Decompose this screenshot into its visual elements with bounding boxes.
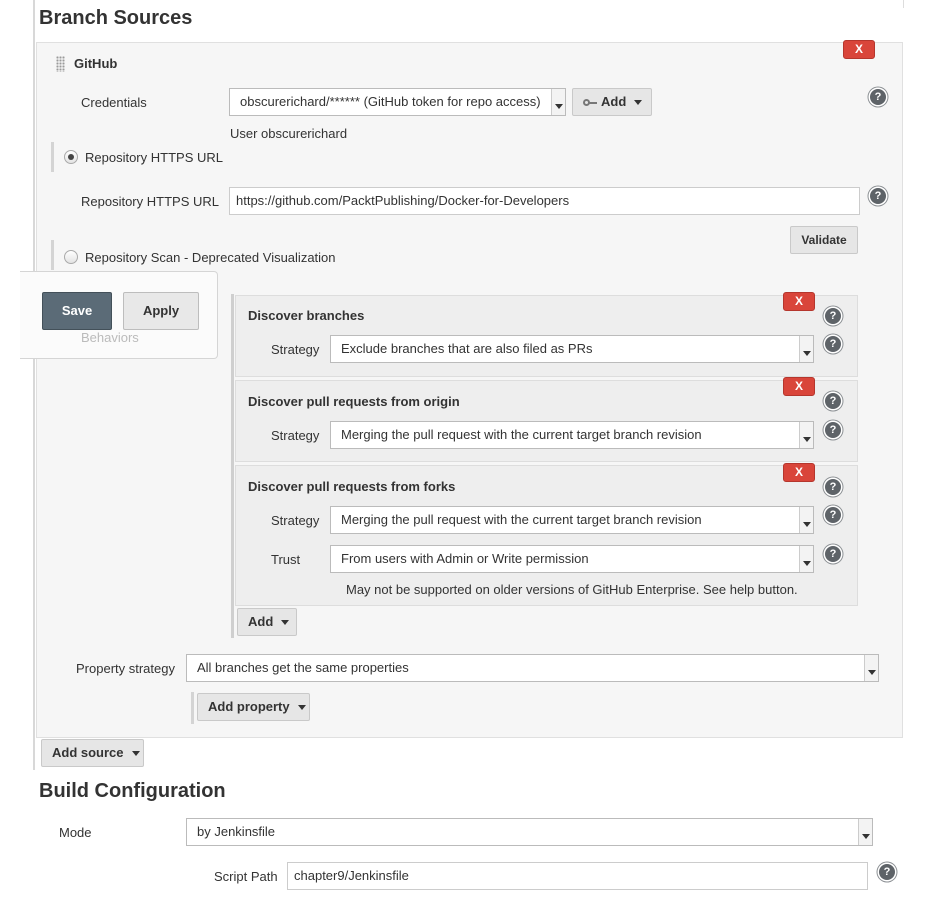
add-credentials-label: Add [601,94,627,109]
strategy-select[interactable]: Merging the pull request with the curren… [330,421,814,449]
validate-button[interactable]: Validate [790,226,858,254]
add-source-label: Add source [52,745,124,760]
trait-title: Discover branches [248,308,365,323]
credentials-help-icon[interactable]: ? [870,89,886,105]
trust-note: May not be supported on older versions o… [346,582,798,597]
chevron-down-icon [864,655,878,681]
trait-help-icon[interactable]: ? [825,393,841,409]
trust-select[interactable]: From users with Admin or Write permissio… [330,545,814,573]
strategy-label: Strategy [271,428,320,443]
trait-help-icon[interactable]: ? [825,479,841,495]
property-rail [191,692,194,724]
apply-button[interactable]: Apply [123,292,199,330]
delete-trait-button[interactable]: X [783,463,815,482]
delete-trait-button[interactable]: X [783,377,815,396]
radio-group-rail [51,240,54,270]
strategy-label: Strategy [271,342,320,357]
script-path-input[interactable]: chapter9/Jenkinsfile [287,862,868,890]
build-configuration-title: Build Configuration [39,780,226,802]
credentials-value: obscurerichard/****** (GitHub token for … [240,94,541,109]
strategy-select[interactable]: Merging the pull request with the curren… [330,506,814,534]
chevron-down-icon [634,100,643,106]
chevron-down-icon [799,336,813,362]
chevron-down-icon [551,89,565,115]
key-icon [583,98,597,107]
https-url-input[interactable]: https://github.com/PacktPublishing/Docke… [229,187,860,215]
save-button[interactable]: Save [42,292,112,330]
chevron-down-icon [799,507,813,533]
radio-repository-scan[interactable] [64,250,78,264]
delete-trait-button[interactable]: X [783,292,815,311]
trait-title: Discover pull requests from forks [248,479,456,494]
strategy-select[interactable]: Exclude branches that are also filed as … [330,335,814,363]
property-strategy-label: Property strategy [76,661,175,676]
strategy-value: Merging the pull request with the curren… [341,512,702,527]
radio-https-url-label: Repository HTTPS URL [85,150,223,165]
trust-value: From users with Admin or Write permissio… [341,551,589,566]
branch-sources-title: Branch Sources [39,7,193,29]
trait-help-icon[interactable]: ? [825,308,841,324]
chevron-down-icon [131,751,140,757]
https-url-help-icon[interactable]: ? [870,188,886,204]
add-source-button[interactable]: Add source [41,739,144,767]
trait-title: Discover pull requests from origin [248,394,460,409]
credentials-user-note: User obscurerichard [230,126,348,141]
chevron-down-icon [858,819,872,845]
property-strategy-select[interactable]: All branches get the same properties [186,654,879,682]
add-property-button[interactable]: Add property [197,693,310,721]
strategy-value: Exclude branches that are also filed as … [341,341,593,356]
delete-source-button[interactable]: X [843,40,875,59]
radio-https-url[interactable] [64,150,78,164]
script-path-label: Script Path [214,869,278,884]
https-url-label: Repository HTTPS URL [81,194,219,209]
section-divider [903,0,904,8]
add-trait-label: Add [248,614,274,629]
chevron-down-icon [281,620,290,626]
property-strategy-value: All branches get the same properties [197,660,409,675]
chevron-down-icon [799,422,813,448]
chevron-down-icon [297,705,306,711]
strategy-help-icon[interactable]: ? [825,507,841,523]
mode-select[interactable]: by Jenkinsfile [186,818,873,846]
strategy-help-icon[interactable]: ? [825,422,841,438]
github-source-title: GitHub [74,56,118,71]
credentials-select[interactable]: obscurerichard/****** (GitHub token for … [229,88,566,116]
chevron-down-icon [799,546,813,572]
strategy-value: Merging the pull request with the curren… [341,427,702,442]
trust-help-icon[interactable]: ? [825,546,841,562]
add-trait-button[interactable]: Add [237,608,297,636]
radio-group-rail [51,142,54,172]
mode-label: Mode [59,825,92,840]
add-credentials-button[interactable]: Add [572,88,652,116]
trust-label: Trust [271,552,301,567]
strategy-help-icon[interactable]: ? [825,336,841,352]
strategy-label: Strategy [271,513,320,528]
credentials-label: Credentials [81,95,147,110]
behaviors-label: Behaviors [81,330,139,345]
script-path-help-icon[interactable]: ? [879,864,895,880]
mode-value: by Jenkinsfile [197,824,276,839]
radio-repository-scan-label: Repository Scan - Deprecated Visualizati… [85,250,336,265]
add-property-label: Add property [208,699,290,714]
drag-handle-icon[interactable] [56,56,65,72]
